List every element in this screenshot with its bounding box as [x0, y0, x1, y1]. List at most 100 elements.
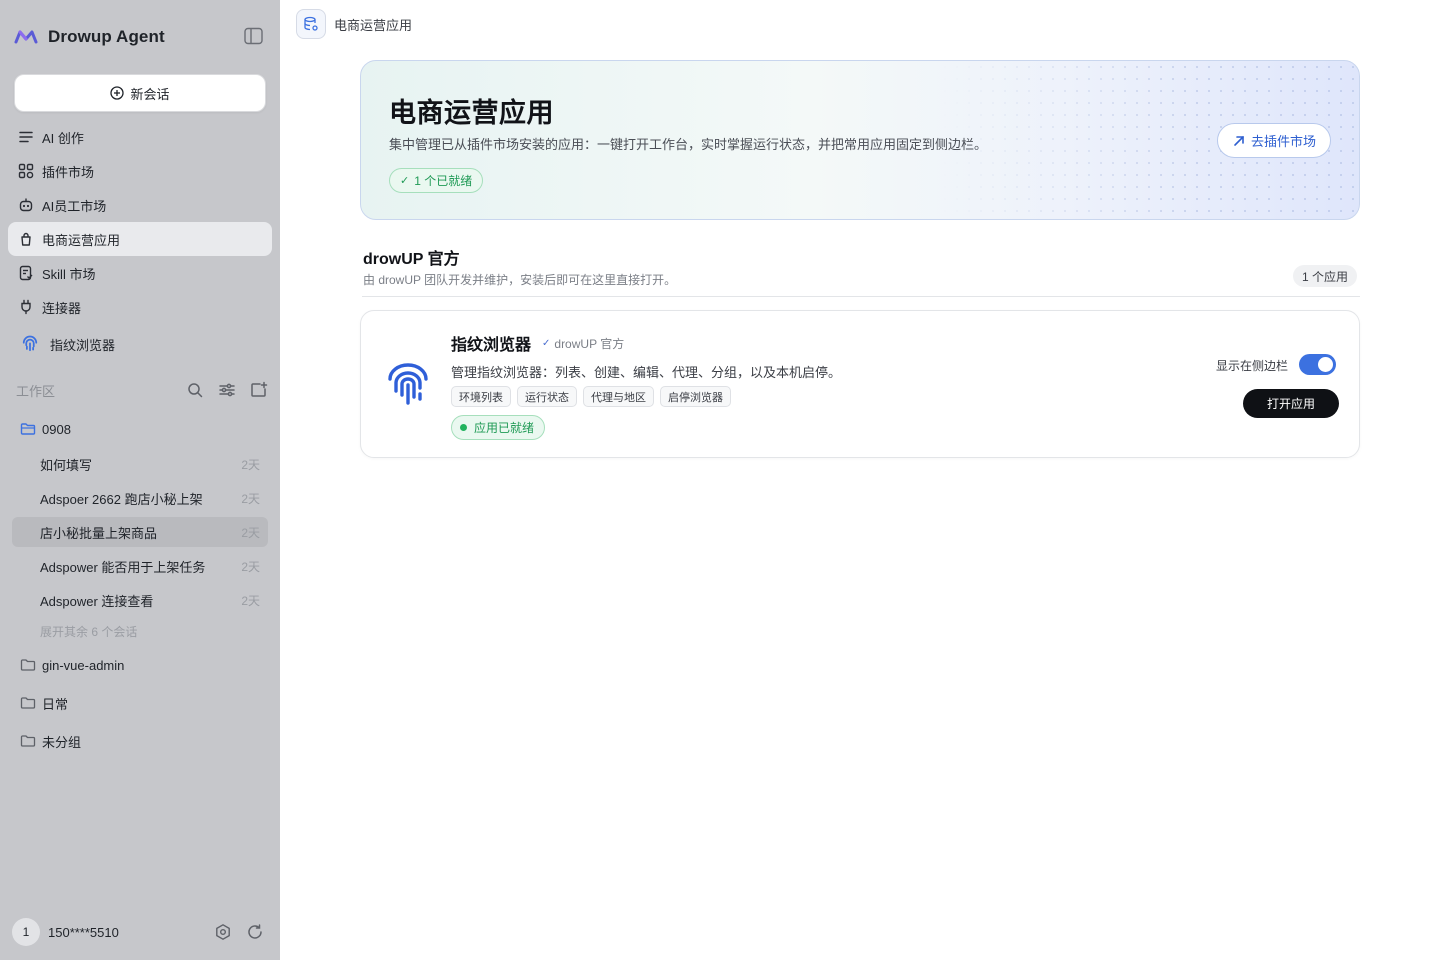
- session-item[interactable]: Adspower 连接查看 2天: [12, 585, 268, 615]
- refresh-icon[interactable]: [246, 923, 264, 941]
- nav-item-ai-create[interactable]: AI 创作: [8, 120, 272, 154]
- nav-item-label: 连接器: [42, 300, 82, 316]
- sidebar-collapse-icon[interactable]: [244, 27, 263, 45]
- open-app-button[interactable]: 打开应用: [1243, 389, 1339, 418]
- folder-icon: [20, 697, 36, 709]
- session-name: 店小秘批量上架商品: [40, 525, 158, 541]
- folder-open-icon: [20, 423, 36, 435]
- nav-item-fingerprint-browser[interactable]: 指纹浏览器: [8, 324, 272, 364]
- drowup-logo-icon: [14, 30, 38, 44]
- hero-banner: 电商运营应用 集中管理已从插件市场安装的应用：一键打开工作台，实时掌握运行状态，…: [360, 60, 1360, 220]
- app-card-fingerprint-browser: 指纹浏览器 ✓ drowUP 官方 管理指纹浏览器：列表、创建、编辑、代理、分组…: [360, 310, 1360, 458]
- folder-daily[interactable]: 日常: [12, 688, 268, 718]
- app-tag: 运行状态: [517, 386, 577, 407]
- session-age: 2天: [241, 525, 260, 540]
- folder-icon: [20, 735, 36, 747]
- go-plugin-market-label: 去插件市场: [1250, 134, 1316, 149]
- bag-icon: [21, 232, 31, 246]
- session-item-active[interactable]: 店小秘批量上架商品 2天: [12, 517, 268, 547]
- main-nav: AI 创作 插件市场 AI员工市场 电商运营应用 Skill 市场 连接器 指纹…: [8, 120, 272, 364]
- grid-icon: [18, 163, 34, 179]
- section-divider: [362, 296, 1360, 297]
- page-breadcrumb: 电商运营应用: [334, 17, 413, 33]
- session-age: 2天: [241, 457, 260, 472]
- app-description: 管理指纹浏览器：列表、创建、编辑、代理、分组，以及本机启停。: [451, 365, 842, 380]
- nav-item-label: AI员工市场: [42, 198, 107, 214]
- fingerprint-icon: [22, 335, 38, 352]
- session-item[interactable]: Adspoer 2662 跑店小秘上架 2天: [12, 483, 268, 513]
- nav-item-connector[interactable]: 连接器: [8, 290, 272, 324]
- nav-item-label: Skill 市场: [42, 266, 96, 282]
- avatar[interactable]: 1: [12, 918, 40, 946]
- session-name: Adspower 能否用于上架任务: [40, 559, 206, 575]
- workspace-header: 工作区: [16, 378, 268, 402]
- nav-item-label: 插件市场: [42, 164, 95, 180]
- lines-icon: [19, 131, 33, 143]
- section-description: 由 drowUP 团队开发并维护，安装后即可在这里直接打开。: [363, 273, 677, 287]
- section-app-count: 1 个应用: [1293, 265, 1358, 287]
- folder-name: 0908: [42, 421, 71, 437]
- verified-check-icon: ✓: [542, 338, 551, 349]
- search-icon[interactable]: [186, 381, 204, 399]
- fingerprint-icon: [388, 363, 428, 405]
- show-in-sidebar-toggle[interactable]: [1299, 354, 1336, 375]
- nav-item-ecommerce-apps[interactable]: 电商运营应用: [8, 222, 272, 256]
- hero-description: 集中管理已从插件市场安装的应用：一键打开工作台，实时掌握运行状态，并把常用应用固…: [389, 137, 988, 152]
- plus-circle-icon: [110, 86, 125, 100]
- session-name: Adspoer 2662 跑店小秘上架: [40, 491, 203, 507]
- folder-name: gin-vue-admin: [42, 657, 125, 673]
- publisher-label: drowUP 官方: [554, 337, 625, 351]
- folder-name: 未分组: [42, 734, 82, 750]
- workspace-title: 工作区: [16, 383, 56, 399]
- user-phone: 150****5510: [48, 924, 119, 940]
- filter-sliders-icon[interactable]: [218, 381, 236, 399]
- app-tags: 环境列表 运行状态 代理与地区 启停浏览器: [451, 386, 731, 407]
- new-chat-label: 新会话: [130, 86, 170, 102]
- app-name: 指纹浏览器: [451, 337, 532, 354]
- folder-ungrouped[interactable]: 未分组: [12, 726, 268, 756]
- skill-icon: [19, 265, 33, 281]
- expand-more-sessions-link[interactable]: 展开其余 6 个会话: [40, 623, 137, 640]
- robot-icon: [19, 198, 33, 212]
- app-status-badge: 应用已就绪: [451, 415, 546, 440]
- folder-gin-vue-admin[interactable]: gin-vue-admin: [12, 650, 268, 680]
- topbar: 电商运营应用: [296, 9, 412, 39]
- nav-item-ai-employee-market[interactable]: AI员工市场: [8, 188, 272, 222]
- session-age: 2天: [241, 559, 260, 574]
- user-bar: 1 150****5510: [12, 918, 268, 946]
- status-dot-icon: [460, 424, 467, 431]
- nav-item-plugin-market[interactable]: 插件市场: [8, 154, 272, 188]
- nav-item-label: 指纹浏览器: [50, 337, 116, 353]
- nav-item-label: AI 创作: [42, 130, 84, 146]
- session-name: 如何填写: [40, 457, 93, 473]
- new-folder-icon[interactable]: [250, 381, 268, 399]
- page-title: 电商运营应用: [389, 98, 554, 128]
- ready-count-label: 1 个已就绪: [414, 174, 473, 188]
- folder-name: 日常: [42, 696, 69, 712]
- folder-0908[interactable]: 0908: [12, 414, 268, 444]
- sidebar: Drowup Agent 新会话 AI 创作 插件市场 AI员工市场 电商运营应…: [0, 0, 280, 960]
- session-item[interactable]: 如何填写 2天: [12, 449, 268, 479]
- folder-icon: [20, 659, 36, 671]
- app-tag: 环境列表: [451, 386, 511, 407]
- session-age: 2天: [241, 491, 260, 506]
- app-name: Drowup Agent: [48, 27, 165, 46]
- show-in-sidebar-label: 显示在侧边栏: [1216, 359, 1289, 373]
- toggle-knob: [1318, 357, 1333, 372]
- arrow-up-right-icon: [1234, 135, 1244, 146]
- go-plugin-market-button[interactable]: 去插件市场: [1216, 123, 1331, 158]
- ready-count-badge: ✓ 1 个已就绪: [389, 168, 484, 193]
- plug-icon: [21, 299, 31, 315]
- new-chat-button[interactable]: 新会话: [14, 74, 266, 112]
- app-tag: 启停浏览器: [660, 386, 731, 407]
- nav-item-label: 电商运营应用: [42, 232, 121, 248]
- session-name: Adspower 连接查看: [40, 593, 154, 609]
- database-settings-icon: [304, 16, 318, 31]
- app-tag: 代理与地区: [583, 386, 654, 407]
- session-item[interactable]: Adspower 能否用于上架任务 2天: [12, 551, 268, 581]
- nav-item-skill-market[interactable]: Skill 市场: [8, 256, 272, 290]
- session-age: 2天: [241, 593, 260, 608]
- topbar-app-icon: [296, 9, 326, 39]
- settings-gear-icon[interactable]: [214, 923, 232, 941]
- brand[interactable]: Drowup Agent: [14, 24, 165, 50]
